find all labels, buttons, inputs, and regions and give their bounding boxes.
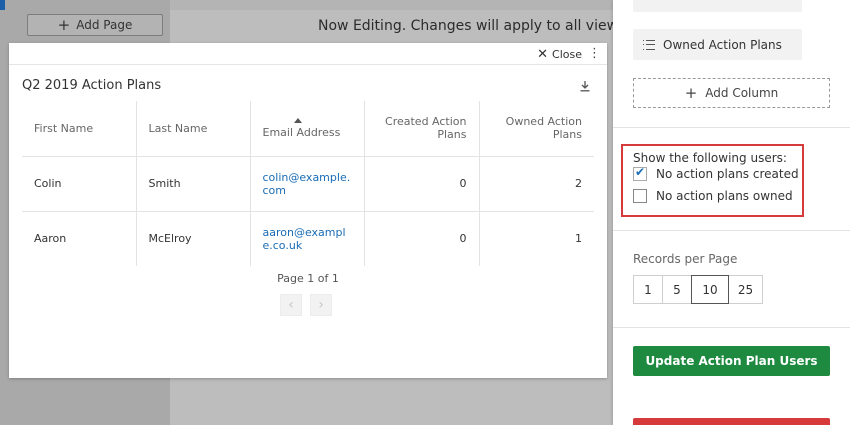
records-option-5[interactable]: 5 [662, 275, 692, 304]
update-action-plan-users-button[interactable]: Update Action Plan Users [633, 346, 830, 376]
action-plans-table: First Name Last Name Email Address Creat… [22, 101, 594, 266]
cell-last-name: McElroy [136, 211, 251, 266]
column-chip-owned[interactable]: Owned Action Plans [633, 29, 802, 60]
background-top-band [170, 0, 613, 10]
column-header-last-name[interactable]: Last Name [136, 101, 251, 156]
cell-owned: 1 [575, 232, 582, 246]
close-button[interactable]: ✕ Close [537, 47, 582, 62]
cell-created: 0 [364, 156, 480, 211]
more-options-icon[interactable]: ⋮ [588, 46, 601, 61]
column-chip-top[interactable] [633, 0, 802, 12]
download-icon[interactable] [579, 80, 591, 92]
add-page-label: Add Page [76, 18, 133, 32]
cell-first-name: Aaron [22, 211, 137, 266]
list-icon [643, 39, 655, 50]
column-header-created[interactable]: Created Action Plans [364, 101, 480, 156]
cell-owned: 2 [575, 177, 582, 190]
settings-panel: Owned Action Plans + Add Column Show the… [613, 0, 850, 425]
editing-banner: Now Editing. Changes will apply to all v… [318, 18, 613, 34]
close-icon: ✕ [537, 47, 549, 62]
column-header-first-name[interactable]: First Name [22, 101, 137, 156]
add-column-label: Add Column [705, 86, 779, 100]
cell-email-link[interactable]: aaron@example.co.uk [250, 211, 365, 266]
add-page-button[interactable]: + Add Page [27, 14, 163, 36]
records-option-25[interactable]: 25 [728, 275, 763, 304]
sidebar-accent-edge [0, 0, 5, 10]
records-option-10[interactable]: 10 [691, 275, 729, 304]
cell-last-name: Smith [136, 156, 251, 211]
table-row: Aaron McElroy aaron@example.co.uk 0 1 [22, 211, 594, 266]
column-header-email-label: Email Address [262, 125, 341, 139]
column-header-email[interactable]: Email Address [250, 101, 365, 156]
cell-created: 0 [364, 211, 480, 266]
records-option-1[interactable]: 1 [633, 275, 663, 304]
pager-status: Page 1 of 1 [277, 272, 339, 285]
next-page-button[interactable]: › [310, 294, 332, 316]
modal-title: Q2 2019 Action Plans [22, 78, 162, 93]
panel-divider [613, 230, 850, 231]
filter-option-no-created[interactable]: No action plans created [633, 165, 799, 181]
table-row: Colin Smith colin@example.com 0 2 [22, 156, 594, 211]
plus-icon: + [57, 15, 71, 34]
filter-option-label: No action plans owned [656, 189, 793, 203]
column-chip-owned-label: Owned Action Plans [663, 37, 782, 52]
close-label: Close [552, 48, 582, 61]
danger-button[interactable] [633, 418, 830, 425]
records-per-page-label: Records per Page [633, 252, 738, 266]
cell-first-name: Colin [22, 156, 137, 211]
modal-toolbar: ✕ Close ⋮ [9, 43, 607, 65]
filter-option-label: No action plans created [656, 167, 799, 181]
table-header-row: First Name Last Name Email Address Creat… [22, 101, 594, 156]
previous-page-button[interactable]: ‹ [280, 294, 302, 316]
checkbox-unchecked-icon[interactable] [633, 189, 647, 203]
checkbox-checked-icon[interactable] [633, 165, 647, 181]
records-per-page-selector: 1 5 10 25 [633, 275, 763, 304]
sort-ascending-icon [293, 117, 302, 123]
pager-controls: ‹ › [280, 294, 332, 316]
action-plans-modal: ✕ Close ⋮ Q2 2019 Action Plans First Nam… [9, 43, 607, 378]
panel-divider [613, 127, 850, 128]
filter-title: Show the following users: [633, 151, 787, 165]
plus-icon: + [684, 84, 698, 102]
add-column-button[interactable]: + Add Column [633, 78, 830, 108]
cell-email-link[interactable]: colin@example.com [250, 156, 365, 211]
panel-divider [613, 327, 850, 328]
column-header-owned[interactable]: Owned Action Plans [479, 101, 594, 156]
filter-option-no-owned[interactable]: No action plans owned [633, 189, 793, 203]
